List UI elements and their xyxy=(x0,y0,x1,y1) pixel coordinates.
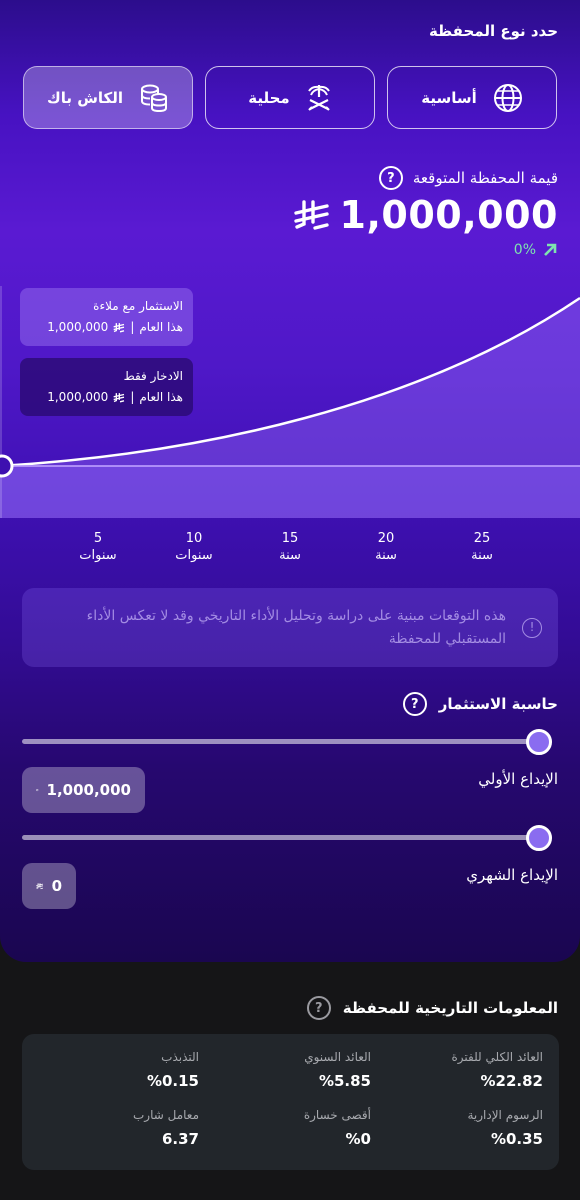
tooltip-save: الادخار فقط هذا العام | 1,000,000 xyxy=(20,358,193,416)
initial-deposit-slider-track[interactable] xyxy=(22,739,552,744)
history-title-row: المعلومات التاريخية للمحفظة ? xyxy=(306,996,558,1020)
tooltip-invest-title: الاستثمار مع ملاءة xyxy=(93,299,183,313)
chart-x-axis: 5 سنوات 10 سنوات 15 سنة 20 سنة 25 سنة xyxy=(0,530,580,570)
portfolio-type-local-button[interactable]: محلية xyxy=(205,66,375,129)
stat-max-drawdown: أقصى خسارة %0 xyxy=(303,1108,371,1148)
stat-volatility: التذبذب %0.15 xyxy=(146,1050,199,1090)
history-stats-card: العائد الكلي للفترة %22.82 العائد السنوي%… xyxy=(22,1034,559,1170)
tooltip-invest: الاستثمار مع ملاءة هذا العام | 1,000,000 xyxy=(20,288,193,346)
disclaimer-text: هذه التوقعات مبنية على دراسة وتحليل الأد… xyxy=(86,607,506,647)
monthly-deposit-label: الإيداع الشهري xyxy=(466,866,558,884)
riyal-icon xyxy=(293,200,329,230)
projection-chart[interactable]: الاستثمار مع ملاءة هذا العام | 1,000,000… xyxy=(0,286,580,518)
tooltip-save-period: هذا العام xyxy=(139,390,183,404)
riyal-icon xyxy=(36,789,39,792)
portfolio-type-cashback-button[interactable]: الكاش باك xyxy=(23,66,193,129)
stat-management-fees: الرسوم الإدارية %0.35 xyxy=(467,1108,543,1148)
stat-total-return: العائد الكلي للفترة %22.82 xyxy=(451,1050,543,1090)
initial-deposit-label: الإيداع الأولي xyxy=(478,770,558,788)
expected-value-amount: 1,000,000 xyxy=(339,193,558,237)
x-tick: 5 سنوات xyxy=(79,531,117,563)
portfolio-type-basic-button[interactable]: أساسية xyxy=(387,66,557,129)
savings-band xyxy=(0,466,580,518)
history-title: المعلومات التاريخية للمحفظة xyxy=(342,999,558,1017)
help-icon[interactable]: ? xyxy=(402,692,427,716)
portfolio-type-cashback-label: الكاش باك xyxy=(46,88,124,107)
expected-value-label: قيمة المحفظة المتوقعة xyxy=(412,169,558,187)
stat-sharpe-ratio: معامل شارب 6.37 xyxy=(132,1108,199,1148)
chart-scrubber-handle[interactable] xyxy=(0,454,14,478)
tooltip-invest-period: هذا العام xyxy=(139,320,183,334)
arrow-up-right-icon xyxy=(544,243,557,256)
x-tick: 20 سنة xyxy=(375,531,397,563)
globe-icon xyxy=(493,83,522,112)
info-icon: ! xyxy=(522,617,542,638)
expected-value-change: 0% xyxy=(514,242,558,258)
help-icon[interactable]: ? xyxy=(306,996,331,1020)
monthly-deposit-amount: 0 xyxy=(51,877,62,895)
riyal-icon xyxy=(113,393,125,403)
tooltip-separator: | xyxy=(130,390,135,404)
x-tick: 10 سنوات xyxy=(175,531,213,563)
x-tick: 15 سنة xyxy=(279,531,301,563)
calculator-title-row: حاسبة الاستثمار ? xyxy=(402,692,558,716)
coins-stack-icon xyxy=(141,84,168,112)
hero-panel: حدد نوع المحفظة أساسية محلية الكاش باك ق… xyxy=(0,0,580,962)
tooltip-save-title: الادخار فقط xyxy=(123,369,183,383)
initial-deposit-slider-thumb[interactable] xyxy=(526,729,552,755)
stat-annual-return: العائد السنوي %5.85 xyxy=(304,1050,371,1090)
monthly-deposit-value[interactable]: 0 xyxy=(22,863,76,909)
projection-disclaimer: ! هذه التوقعات مبنية على دراسة وتحليل ال… xyxy=(22,588,558,667)
portfolio-type-title: حدد نوع المحفظة xyxy=(428,22,558,40)
tooltip-invest-amount: 1,000,000 xyxy=(47,320,109,334)
palm-swords-icon xyxy=(307,84,330,111)
portfolio-type-local-label: محلية xyxy=(248,88,290,107)
calculator-title: حاسبة الاستثمار xyxy=(438,695,558,713)
portfolio-type-basic-label: أساسية xyxy=(421,88,477,107)
tooltip-separator: | xyxy=(130,320,135,334)
initial-deposit-amount: 1,000,000 xyxy=(46,781,131,799)
help-icon[interactable]: ? xyxy=(378,166,403,190)
riyal-icon xyxy=(36,883,44,890)
monthly-deposit-slider-track[interactable] xyxy=(22,835,552,840)
initial-deposit-value[interactable]: 1,000,000 xyxy=(22,767,145,813)
x-tick: 25 سنة xyxy=(471,531,493,563)
expected-value-amount-row: 1,000,000 xyxy=(293,190,558,240)
tooltip-save-amount: 1,000,000 xyxy=(47,390,109,404)
tooltip-save-detail: هذا العام | 1,000,000 xyxy=(30,387,183,408)
tooltip-invest-detail: هذا العام | 1,000,000 xyxy=(30,317,183,338)
riyal-icon xyxy=(113,323,125,333)
monthly-deposit-slider-thumb[interactable] xyxy=(526,825,552,851)
change-percent: 0% xyxy=(513,242,536,258)
expected-value-label-row: قيمة المحفظة المتوقعة ? xyxy=(378,166,558,190)
